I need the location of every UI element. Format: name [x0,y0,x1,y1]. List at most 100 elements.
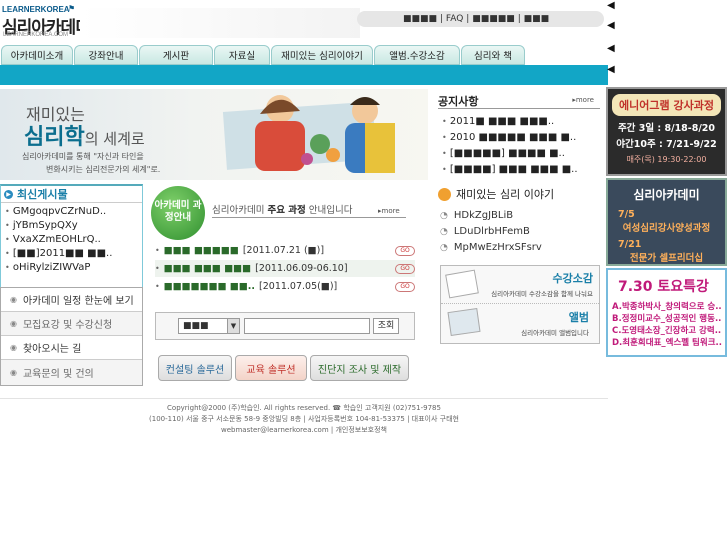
footer-rule [0,398,608,399]
menu-label: 아카데미 일정 한눈에 보기 [22,296,134,307]
notice-more[interactable]: ▸more [572,96,594,104]
tab-resources[interactable]: 자료실 [214,45,270,65]
course-name: ■■■■■■■ ■■.. [163,281,256,292]
tab-academy-intro[interactable]: 아카데미소개 [1,45,73,65]
notice-item[interactable]: • 2010 ■■■■■ ■■■ ■.. [442,132,576,143]
education-solution-button[interactable]: 교육 솔루션 [235,355,307,381]
tab-psych-stories[interactable]: 재미있는 심리이야기 [271,45,373,65]
chat-icon: ◔ [440,210,448,221]
review-link[interactable]: 수강소감 심리아카데미 수강소감을 함께 나눠요 [441,266,599,304]
course-row[interactable]: • ■■■ ■■■■■ [2011.07.21 (■)] GO [155,242,415,259]
notice-item[interactable]: • 2011■ ■■■ ■■■.. [442,116,554,127]
story-header: 재미있는 심리 이야기 [438,186,554,202]
menu-recruit[interactable]: ◉ 모집요강 및 수강신청 [1,312,142,336]
top-link-1[interactable]: ■■■■ [403,14,437,24]
recent-post-text: oHiRylziZIWVaP [12,262,91,273]
search-input[interactable] [244,318,370,334]
menu-directions[interactable]: ◉ 찾아오시는 길 [1,336,142,360]
footer-contact[interactable]: webmaster@learnerkorea.com | 개인정보보호정책 [0,425,608,436]
review-title: 수강소감 [552,272,593,285]
banner-desc1: 심리아카데미를 통해 "자신과 타인을 [22,152,144,161]
tab-album-reviews[interactable]: 앨범.수강소감 [374,45,460,65]
course-row[interactable]: • ■■■ ■■■ ■■■ [2011.06.09-06.10] GO [155,260,415,277]
recent-post[interactable]: • GMgoqpvCZrNuD.. [1,203,142,217]
recent-posts-title: 최신게시물 [17,188,68,201]
enneagram-line1: 주간 3일 : 8/18-8/20 [617,123,716,134]
course-date: [2011.06.09-06.10] [255,263,348,274]
footer-address: (100-110) 서울 중구 서소문동 58-9 중앙빌딩 8층 | 사업자등… [149,415,459,423]
go-button[interactable]: GO [395,245,415,256]
banner-line2-rest: 의 세계로 [84,130,145,148]
side-arrow-4[interactable]: ◀ [607,64,615,75]
footer: Copyright@2000 (주)학습인. All rights reserv… [0,403,608,436]
story-item-text: LDuDlrbHFemB [453,226,530,237]
nav-subbar [0,65,608,85]
survey-solution-button[interactable]: 진단지 조사 및 제작 [310,355,409,381]
banner-illustration [215,89,428,180]
album-title: 앨범 [568,311,589,324]
top-link-3[interactable]: ■■■■■ [472,14,515,24]
banner-line2-bold: 심리학 [24,125,85,150]
course-name: ■■■ ■■■■■ [163,245,239,256]
story-item[interactable]: ◔ LDuDlrbHFemB [440,226,530,237]
course-title-pre: 심리아카데미 [212,205,268,216]
notice-item[interactable]: • [■■■■■] ■■■■ ■.. [442,148,565,159]
academy-banner-l3: 7/21 [618,239,642,250]
menu-schedule[interactable]: ◉ 아카데미 일정 한눈에 보기 [1,288,142,312]
recent-post-text: [■■]2011■■ ■■.. [12,248,113,259]
course-more[interactable]: ▸more [378,207,400,215]
course-date: [2011.07.05(■)] [259,281,338,292]
header-gradient [80,8,360,38]
menu-inquiry[interactable]: ◉ 교육문의 및 건의 [1,360,142,384]
saturday-l2: B.정정미교수_성공적인 행동.. [612,314,722,324]
saturday-l3: C.도영태소장_긴장하고 강력.. [612,326,722,336]
top-links: ■■■■ | FAQ | ■■■■■ | ■■■ [357,11,604,27]
chevron-down-icon: ▼ [227,319,239,333]
search-select[interactable]: ■■■ ▼ [178,318,240,334]
top-link-4[interactable]: | ■■■ [518,14,549,24]
circle-arrow-icon: ◉ [10,295,17,304]
side-banner-academy[interactable]: 심리아카데미 7/5 여성심리강사양성과정 7/21 전문가 셀프리더십 [606,178,727,266]
logo-subtitle: LEARNERKOREA.COM [3,32,69,38]
go-button[interactable]: GO [395,263,415,274]
recent-post-text: VxaXZmEOHLrQ.. [12,234,101,245]
tab-course-info[interactable]: 강좌안내 [74,45,138,65]
search-button[interactable]: 조회 [373,318,399,334]
recent-post[interactable]: • oHiRylziZIWVaP [1,259,142,273]
notice-item[interactable]: • [■■■■] ■■■ ■■■ ■.. [442,164,578,175]
notice-item-text: 2011■ ■■■ ■■■.. [449,116,555,127]
side-banner-enneagram[interactable]: 에니어그램 강사과정 주간 3일 : 8/18-8/20 야간10주 : 7/2… [606,87,727,176]
consulting-solution-button[interactable]: 컨설팅 솔루션 [158,355,232,381]
recent-post[interactable]: • [■■]2011■■ ■■.. [1,245,142,259]
side-arrow-3[interactable]: ◀ [607,43,615,54]
side-arrow-2[interactable]: ◀ [607,20,615,31]
enneagram-line2: 야간10주 : 7/21-9/22 [616,139,717,150]
saturday-title: 7.30 토요특강 [618,279,709,295]
recent-post[interactable]: • VxaXZmEOHLrQ.. [1,231,142,245]
course-row[interactable]: • ■■■■■■■ ■■.. [2011.07.05(■)] GO [155,278,415,295]
circle-arrow-icon: ◉ [10,319,17,328]
recent-posts-box: ▶ 최신게시물 • GMgoqpvCZrNuD.. • jYBmSypQXy •… [0,184,143,290]
tab-board[interactable]: 게시판 [139,45,213,65]
recent-post-text: jYBmSypQXy [12,220,78,231]
notice-title: 공지사항 [438,95,479,108]
academy-banner-l2: 여성심리강사양성과정 [622,223,711,234]
notice-item-text: [■■■■■] ■■■■ ■.. [449,148,565,159]
search-box: ■■■ ▼ 조회 [155,312,415,340]
academy-banner-title: 심리아카데미 [633,188,700,202]
top-link-faq[interactable]: | FAQ | [440,14,469,24]
side-arrow-1[interactable]: ◀ [607,0,615,11]
story-title: 재미있는 심리 이야기 [456,188,555,201]
notice-item-text: [■■■■] ■■■ ■■■ ■.. [449,164,578,175]
story-item[interactable]: ◔ MpMwEzHrxSFsrv [440,242,542,253]
album-link[interactable]: 앨범 심리아카데미 앨범입니다 [441,304,599,343]
tab-psych-books[interactable]: 심리와 책 [461,45,525,65]
logo-person-icon: ⚑ [68,4,76,13]
recent-post[interactable]: • jYBmSypQXy [1,217,142,231]
side-banner-saturday[interactable]: 7.30 토요특강 A.박종하박사_창의력으로 승.. B.정정미교수_성공적인… [606,268,727,357]
story-item[interactable]: ◔ HDkZgJBLiB [440,210,513,221]
go-button[interactable]: GO [395,281,415,292]
enneagram-line3: 매주(목) 19:30-22:00 [626,155,707,164]
notice-header: 공지사항 ▸more [438,93,600,109]
enneagram-title: 에니어그램 강사과정 [612,94,721,116]
